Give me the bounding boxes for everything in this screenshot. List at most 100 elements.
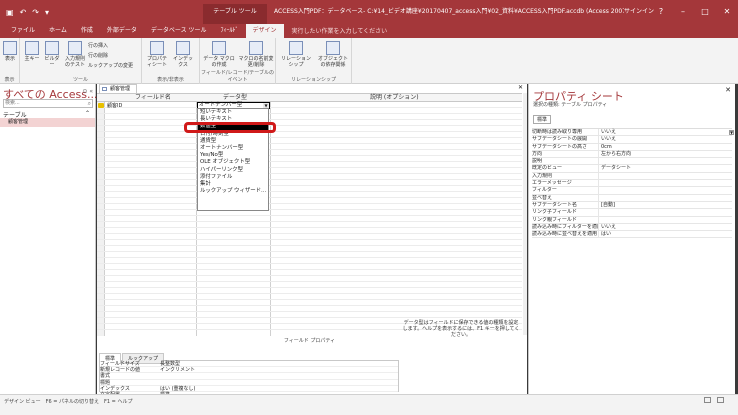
minimize-button[interactable]: – bbox=[672, 0, 694, 24]
dependencies-icon bbox=[326, 41, 340, 55]
property-row[interactable]: 方向 左から右方向 bbox=[532, 150, 732, 159]
tab-external-data[interactable]: 外部データ bbox=[100, 24, 144, 38]
dropdown-option[interactable]: 通貨型 bbox=[198, 138, 268, 145]
builder-icon bbox=[45, 41, 59, 55]
view-button[interactable]: 表示 bbox=[3, 41, 17, 62]
field-name-cell[interactable]: 顧客ID bbox=[107, 103, 122, 109]
chevron-down-icon[interactable]: ▼ bbox=[729, 130, 734, 135]
tab-create[interactable]: 作成 bbox=[74, 24, 100, 38]
quick-access-toolbar: ▣ ↶ ↷ ▾ bbox=[0, 8, 200, 17]
property-value[interactable]: いいえ bbox=[599, 136, 616, 142]
tab-file[interactable]: ファイル bbox=[4, 24, 42, 38]
nav-item-table[interactable]: 顧客管理 bbox=[0, 118, 95, 127]
nav-search-input[interactable]: 検索... ⌕ bbox=[3, 99, 93, 108]
property-value[interactable] bbox=[599, 187, 601, 193]
property-value[interactable] bbox=[599, 209, 601, 215]
tab-database-tools[interactable]: データベース ツール bbox=[144, 24, 214, 38]
property-row[interactable]: 読み込み時に並べ替えを適用 はい bbox=[532, 231, 732, 239]
tab-general[interactable]: 標準 bbox=[533, 115, 552, 124]
relationships-button[interactable]: リレーションシップ bbox=[279, 41, 313, 68]
property-row[interactable]: サブデータシートの高さ 0cm bbox=[532, 143, 732, 151]
insert-rows-button[interactable]: 行の挿入 bbox=[88, 42, 108, 49]
tell-me-box[interactable]: 実行したい作業を入力してください bbox=[292, 25, 388, 38]
primary-key-icon bbox=[98, 103, 104, 108]
close-icon[interactable]: ✕ bbox=[725, 86, 731, 94]
property-row[interactable]: フィルター bbox=[532, 187, 732, 195]
property-value[interactable] bbox=[599, 180, 601, 186]
validate-label: 入力規則のテスト bbox=[64, 56, 85, 68]
close-document-icon[interactable]: ✕ bbox=[518, 84, 523, 91]
rename-macro-button[interactable]: マクロの名前変更/削除 bbox=[238, 41, 274, 68]
property-sheet-icon bbox=[150, 41, 164, 55]
tab-fields[interactable]: ﾌｨｰﾙﾄﾞ bbox=[213, 24, 245, 38]
property-value[interactable] bbox=[599, 195, 601, 201]
validate-button[interactable]: 入力規則のテスト bbox=[64, 41, 86, 68]
title-bar: ▣ ↶ ↷ ▾ テーブル ツール ACCESS入門PDF：データベース- C:¥… bbox=[0, 0, 738, 24]
property-key: 書式 bbox=[100, 373, 111, 380]
nav-pane-controls[interactable]: ⊙ « bbox=[82, 88, 93, 95]
property-value[interactable]: データシート bbox=[599, 165, 631, 171]
property-value[interactable]: いいえ bbox=[599, 224, 616, 230]
close-button[interactable]: ✕ bbox=[716, 0, 738, 24]
property-row[interactable]: サブデータシートの展開 いいえ bbox=[532, 136, 732, 144]
property-value[interactable]: 左から右方向 bbox=[599, 151, 631, 157]
property-value[interactable] bbox=[599, 217, 601, 223]
indexes-button[interactable]: インデックス bbox=[171, 41, 195, 68]
help-button[interactable]: ? bbox=[650, 0, 672, 24]
undo-icon[interactable]: ↶ bbox=[20, 8, 27, 17]
create-data-macro-button[interactable]: データ マクロの作成 bbox=[203, 41, 235, 68]
property-row[interactable]: リンク子フィールド bbox=[532, 209, 732, 217]
property-sheet-button[interactable]: プロパティシート bbox=[146, 41, 168, 68]
property-row[interactable]: エラーメッセージ bbox=[532, 180, 732, 188]
property-row[interactable]: 読み込み時にフィルターを適用 いいえ bbox=[532, 223, 732, 232]
tab-home[interactable]: ホーム bbox=[42, 24, 74, 38]
dropdown-option[interactable]: 集計 bbox=[198, 181, 268, 188]
navigation-pane: すべての Access... ⊙ « 検索... ⌕ テーブル ⌃ 顧客管理 bbox=[0, 84, 97, 394]
property-row[interactable]: リンク親フィールド bbox=[532, 216, 732, 224]
dropdown-option[interactable]: ルックアップ ウィザード... bbox=[198, 188, 268, 195]
customize-qat-icon[interactable]: ▾ bbox=[45, 8, 49, 17]
design-view-icon[interactable] bbox=[717, 397, 724, 403]
builder-label: ビルダー bbox=[44, 56, 60, 68]
redo-icon[interactable]: ↷ bbox=[32, 8, 39, 17]
tab-design[interactable]: デザイン bbox=[245, 24, 284, 38]
property-value[interactable]: [自動] bbox=[599, 202, 615, 208]
property-value[interactable] bbox=[599, 158, 601, 164]
property-key: 標題 bbox=[100, 379, 111, 386]
property-value[interactable]: はい (重複なし) bbox=[160, 386, 196, 392]
modify-lookups-button[interactable]: ルックアップの変更 bbox=[88, 62, 133, 69]
builder-button[interactable]: ビルダー bbox=[43, 41, 61, 68]
property-row[interactable]: 並べ替え bbox=[532, 194, 732, 202]
property-key: サブデータシートの展開 bbox=[532, 136, 599, 143]
rename-macro-label: マクロの名前変更/削除 bbox=[238, 56, 274, 68]
dropdown-option[interactable]: ハイパーリンク型 bbox=[198, 167, 268, 174]
dropdown-option[interactable]: OLE オブジェクト型 bbox=[198, 159, 268, 166]
field-help-text: データ型はフィールドに保存できる値の種類を設定します。ヘルプを表示するには、F1… bbox=[402, 320, 520, 338]
property-key: 並べ替え bbox=[532, 194, 599, 201]
delete-rows-button[interactable]: 行の削除 bbox=[88, 52, 108, 59]
property-value[interactable]: 長整数型 bbox=[160, 361, 180, 367]
vertical-scrollbar[interactable] bbox=[523, 93, 527, 335]
property-key: フィールドサイズ bbox=[100, 361, 140, 367]
document-tab[interactable]: 顧客管理 bbox=[99, 84, 138, 93]
property-row[interactable]: 説明 bbox=[532, 158, 732, 166]
window-title: ACCESS入門PDF：データベース- C:¥14_ビデオ講座¥20170407… bbox=[274, 8, 624, 15]
datasheet-view-icon[interactable] bbox=[704, 397, 711, 403]
property-value[interactable]: いいえ bbox=[599, 129, 616, 135]
property-value[interactable]: 0cm bbox=[599, 144, 612, 150]
property-row[interactable]: 既定のビュー データシート bbox=[532, 165, 732, 173]
property-value[interactable]: はい bbox=[599, 231, 611, 237]
primary-key-button[interactable]: 主キー bbox=[24, 41, 40, 62]
chevron-up-icon: ⌃ bbox=[85, 110, 91, 117]
group-label-events: フィールド/レコード/テーブルのイベント bbox=[201, 70, 274, 83]
dropdown-option[interactable]: 添付ファイル bbox=[198, 174, 268, 181]
property-key: サブデータシートの高さ bbox=[532, 143, 599, 150]
object-dependencies-button[interactable]: オブジェクトの依存関係 bbox=[316, 41, 350, 68]
maximize-button[interactable]: □ bbox=[694, 0, 716, 24]
property-value[interactable] bbox=[599, 173, 601, 179]
property-row[interactable]: 切断時は読み取り専用 いいえ ▼ bbox=[532, 129, 734, 137]
property-row[interactable]: 入力規則 bbox=[532, 172, 732, 181]
property-row[interactable]: サブデータシート名 [自動] bbox=[532, 201, 732, 210]
save-icon[interactable]: ▣ bbox=[6, 8, 14, 17]
property-value[interactable]: インクリメント bbox=[160, 367, 195, 373]
